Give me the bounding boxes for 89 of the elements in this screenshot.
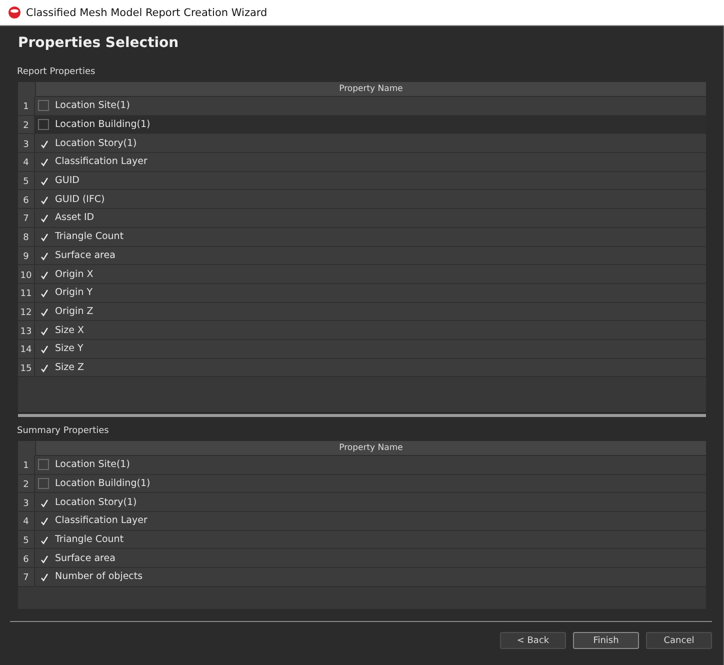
- property-name: Size Z: [55, 362, 84, 373]
- checkbox[interactable]: [38, 515, 49, 526]
- checkbox[interactable]: [38, 100, 49, 112]
- row-number: 11: [18, 284, 35, 302]
- property-name: Origin X: [55, 268, 94, 280]
- checkbox[interactable]: [38, 175, 49, 186]
- row-number: 3: [18, 134, 35, 152]
- property-name: Location Site(1): [55, 100, 130, 112]
- checkbox[interactable]: [38, 571, 49, 582]
- row-number: 13: [18, 321, 35, 339]
- row-number: 2: [18, 474, 35, 492]
- dialog-button[interactable]: Finish: [573, 632, 639, 649]
- property-name: Size X: [55, 324, 84, 336]
- section-label: Summary Properties: [17, 426, 109, 436]
- dialog-button[interactable]: < Back: [500, 632, 566, 649]
- table-row[interactable]: Classification Layer: [35, 512, 706, 530]
- property-name: Size Y: [55, 343, 84, 354]
- table-row[interactable]: Location Building(1): [35, 474, 706, 492]
- row-number: 9: [18, 246, 35, 264]
- table-row[interactable]: Location Site(1): [35, 456, 706, 474]
- checkbox[interactable]: [38, 156, 49, 168]
- table-row[interactable]: Origin X: [35, 265, 706, 283]
- table-row[interactable]: Location Building(1): [35, 116, 706, 134]
- property-name: GUID (IFC): [55, 194, 105, 205]
- property-name: Surface area: [55, 552, 116, 564]
- table-row[interactable]: Classification Layer: [35, 153, 706, 171]
- table-row[interactable]: Origin Y: [35, 284, 706, 302]
- table-row[interactable]: Location Story(1): [35, 134, 706, 152]
- table-row[interactable]: Surface area: [35, 549, 706, 568]
- checkbox[interactable]: [38, 231, 49, 242]
- table-row[interactable]: Triangle Count: [35, 530, 706, 548]
- checkbox[interactable]: [38, 478, 49, 490]
- property-name: Triangle Count: [55, 534, 124, 546]
- window-title: Classified Mesh Model Report Creation Wizard: [26, 6, 268, 18]
- property-name: Classification Layer: [55, 156, 148, 168]
- row-number: 6: [18, 549, 35, 568]
- row-number: 7: [18, 209, 35, 227]
- table-row[interactable]: GUID: [35, 172, 706, 190]
- table-row[interactable]: GUID (IFC): [35, 190, 706, 208]
- row-number: 3: [18, 493, 35, 512]
- section-label: Report Properties: [17, 67, 96, 77]
- row-number: 2: [18, 116, 35, 134]
- row-number: 10: [18, 265, 35, 283]
- table-row[interactable]: Location Site(1): [35, 97, 706, 115]
- property-name: Location Story(1): [55, 496, 137, 508]
- table-row[interactable]: Origin Z: [35, 302, 706, 320]
- app-logo-icon: [8, 6, 21, 19]
- property-name: GUID: [55, 175, 80, 186]
- property-name: Asset ID: [55, 212, 94, 224]
- row-number: 14: [18, 340, 35, 358]
- row-number: 7: [18, 568, 35, 586]
- property-name: Location Site(1): [55, 459, 130, 470]
- row-number: 12: [18, 302, 35, 320]
- property-name: Origin Y: [55, 287, 93, 298]
- table-row[interactable]: Size Y: [35, 340, 706, 358]
- property-name: Origin Z: [55, 306, 94, 317]
- checkbox[interactable]: [38, 119, 49, 130]
- property-name: Location Story(1): [55, 138, 137, 149]
- row-number: 5: [18, 172, 35, 190]
- column-header[interactable]: Property Name: [36, 82, 706, 97]
- property-name: Triangle Count: [55, 231, 124, 242]
- property-name: Number of objects: [55, 571, 143, 582]
- row-number: 1: [18, 97, 35, 115]
- table-row[interactable]: Size Z: [35, 358, 706, 376]
- property-name: Surface area: [55, 250, 116, 261]
- property-name: Location Building(1): [55, 119, 150, 130]
- row-number: 4: [18, 153, 35, 171]
- row-number: 15: [18, 358, 35, 376]
- checkbox[interactable]: [38, 459, 49, 470]
- dialog-button[interactable]: Cancel: [646, 632, 712, 649]
- checkbox[interactable]: [38, 534, 49, 546]
- row-number: 1: [18, 456, 35, 474]
- property-name: Location Building(1): [55, 478, 150, 490]
- row-number: 4: [18, 512, 35, 530]
- property-name: Classification Layer: [55, 515, 148, 526]
- row-number: 5: [18, 530, 35, 548]
- row-number: 6: [18, 190, 35, 208]
- checkbox[interactable]: [38, 212, 49, 224]
- table-row[interactable]: Asset ID: [35, 209, 706, 227]
- checkbox[interactable]: [38, 343, 49, 354]
- table-row[interactable]: Triangle Count: [35, 228, 706, 246]
- table-row[interactable]: Number of objects: [35, 568, 706, 586]
- table-row[interactable]: Size X: [35, 321, 706, 339]
- column-header[interactable]: Property Name: [36, 441, 706, 456]
- table-row[interactable]: Location Story(1): [35, 493, 706, 512]
- table-row[interactable]: Surface area: [35, 246, 706, 264]
- page-heading: Properties Selection: [18, 35, 179, 53]
- row-number: 8: [18, 228, 35, 246]
- checkbox[interactable]: [38, 287, 49, 298]
